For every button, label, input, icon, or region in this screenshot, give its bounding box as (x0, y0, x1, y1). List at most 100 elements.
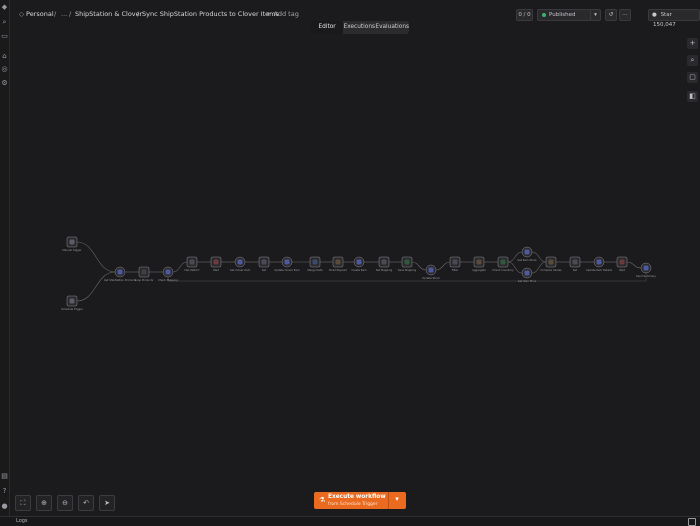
workflow-node[interactable]: Update Item Details (586, 256, 613, 272)
node-label: Update Clover Item (274, 268, 300, 272)
workflow-node[interactable]: Build Payload (329, 256, 347, 272)
workflow-node[interactable]: Get Clover Item (230, 256, 251, 272)
workflow-canvas[interactable]: Manual trigger Schedule Trigger Get ShipSt… (0, 0, 700, 525)
code-node-icon (548, 259, 554, 265)
node-label: Get ShipStation Products (104, 278, 137, 282)
execute-workflow-button[interactable]: ⚗ Execute workflow from Schedule Trigger (314, 492, 389, 509)
canvas-zoom-controls: ⛶ ⊕ ⊖ ↶ ➤ (15, 495, 115, 511)
workflow-node[interactable]: Send Summary (636, 262, 656, 278)
workflow-node[interactable]: Wait (616, 256, 628, 272)
node-label: Send Summary (636, 274, 656, 278)
execute-workflow-button-group: ⚗ Execute workflow from Schedule Trigger… (314, 492, 406, 509)
node-label: Manual trigger (62, 248, 82, 252)
http-node-icon (428, 267, 434, 273)
node-label: Has Match? (184, 268, 200, 272)
connection-line (76, 271, 116, 302)
node-label: Set (262, 268, 266, 272)
merge-node-icon (312, 259, 318, 265)
node-label: Build Payload (329, 268, 347, 272)
workflow-node[interactable]: Create Item (351, 256, 367, 272)
workflow-node[interactable]: Merge Data (307, 256, 323, 272)
workflow-node[interactable]: Loop Products (135, 266, 154, 282)
node-label: Update Stock (422, 276, 440, 280)
workflow-node[interactable]: Check Inventory (492, 256, 514, 272)
workflow-node[interactable]: Compare Values (540, 256, 562, 272)
execute-trigger-dropdown[interactable]: ▾ (390, 495, 404, 503)
connection-line (435, 261, 451, 271)
execute-workflow-title: Execute workflow (328, 494, 386, 500)
wait-node-icon (619, 259, 625, 265)
node-label: Aggregate (472, 268, 486, 272)
set-node-icon (572, 259, 578, 265)
connection-line (626, 261, 642, 269)
pointer-icon: ➤ (104, 499, 110, 507)
undo-icon: ↶ (83, 499, 89, 507)
http-node-icon (117, 269, 123, 275)
zoom-in-button[interactable]: ⊕ (36, 495, 52, 511)
workflow-node[interactable]: Check Mapping (158, 266, 178, 282)
zoom-in-icon: ⊕ (41, 499, 47, 507)
workflow-node[interactable]: Filter (449, 256, 461, 272)
code-node-icon (476, 259, 482, 265)
http-node-icon (237, 259, 243, 265)
trigger-node-icon (69, 239, 75, 245)
node-label: Update Item Details (586, 268, 613, 272)
node-label: Get Item Price (518, 279, 537, 283)
workflow-node[interactable]: Schedule Trigger (61, 295, 84, 311)
http-node-icon (596, 259, 602, 265)
filter-node-icon (452, 259, 458, 265)
workflow-node[interactable]: Set (258, 256, 270, 272)
node-label: Save Mapping (398, 268, 417, 272)
workflow-node[interactable]: Update Clover Item (274, 256, 300, 272)
zoom-out-icon: ⊖ (62, 499, 68, 507)
workflow-node[interactable]: Get ShipStation Products (104, 266, 137, 282)
node-label: Get Item Stock (517, 258, 537, 262)
trigger-node-icon (69, 298, 75, 304)
zoom-out-button[interactable]: ⊖ (57, 495, 73, 511)
loop-node-icon (141, 269, 147, 275)
undo-button[interactable]: ↶ (78, 495, 94, 511)
node-label: Set (573, 268, 577, 272)
http-node-icon (643, 265, 649, 271)
node-label: Merge Data (307, 268, 323, 272)
node-label: Get Clover Item (230, 268, 251, 272)
node-label: Check Mapping (158, 278, 178, 282)
set-node-icon (381, 259, 387, 265)
http-node-icon (524, 249, 530, 255)
http-node-icon (284, 259, 290, 265)
if-node-icon (189, 259, 195, 265)
workflow-node[interactable]: Get Item Price (518, 267, 537, 283)
connection-line (76, 241, 116, 273)
loop-back-connection (167, 273, 647, 282)
node-label: Set Mapping (376, 268, 393, 272)
wait-node-icon (213, 259, 219, 265)
http-node-icon (165, 269, 171, 275)
set-node-icon (261, 259, 267, 265)
http-node-icon (356, 259, 362, 265)
http-node-icon (524, 270, 530, 276)
chevron-down-icon: ▾ (395, 495, 399, 503)
node-label: Wait (213, 268, 219, 272)
flask-icon: ⚗ (319, 496, 326, 504)
node-label: Create Item (351, 268, 367, 272)
pointer-tool-button[interactable]: ➤ (99, 495, 115, 511)
fit-view-button[interactable]: ⛶ (15, 495, 31, 511)
fit-view-icon: ⛶ (20, 499, 26, 507)
workflow-node[interactable]: Get Item Stock (517, 246, 537, 262)
workflow-node[interactable]: Wait (210, 256, 222, 272)
sheet-node-icon (500, 259, 506, 265)
workflow-node[interactable]: Set (569, 256, 581, 272)
node-label: Filter (452, 268, 459, 272)
workflow-node[interactable]: Set Mapping (376, 256, 393, 272)
node-label: Loop Products (135, 278, 154, 282)
node-label: Check Inventory (492, 268, 514, 272)
workflow-node[interactable]: Has Match? (184, 256, 200, 272)
logs-toggle-label[interactable]: Logs (16, 518, 28, 524)
workflow-node[interactable]: Save Mapping (398, 256, 417, 272)
node-label: Wait (619, 268, 625, 272)
workflow-node[interactable]: Update Stock (422, 264, 440, 280)
workflow-node[interactable]: Manual trigger (62, 236, 82, 252)
execute-workflow-subtitle: from Schedule Trigger (328, 501, 378, 507)
workflow-node[interactable]: Aggregate (472, 256, 486, 272)
node-label: Schedule Trigger (61, 307, 84, 311)
